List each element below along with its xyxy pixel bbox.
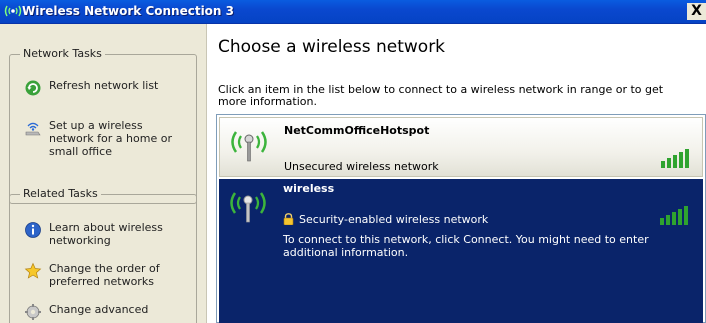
setup-wireless-icon bbox=[25, 122, 41, 136]
page-title: Choose a wireless network bbox=[218, 37, 446, 57]
wireless-antenna-icon bbox=[230, 192, 266, 223]
wireless-antenna-icon bbox=[231, 131, 267, 162]
network-name: NetCommOfficeHotspot bbox=[284, 124, 430, 137]
related-tasks-title: Related Tasks bbox=[20, 187, 101, 200]
lock-icon bbox=[283, 213, 294, 225]
title-bar: Wireless Network Connection 3 X bbox=[0, 0, 706, 24]
learn-wireless-label: Learn about wireless networking bbox=[49, 221, 163, 247]
change-order-link[interactable]: Change the order of preferred networks bbox=[24, 262, 189, 288]
network-connect-hint: To connect to this network, click Connec… bbox=[283, 233, 649, 259]
change-order-label: Change the order of preferred networks bbox=[49, 262, 160, 288]
signal-strength-icon bbox=[661, 149, 689, 168]
wireless-icon bbox=[4, 5, 22, 17]
change-advanced-label: Change advanced bbox=[49, 303, 149, 316]
learn-wireless-link[interactable]: Learn about wireless networking bbox=[24, 221, 189, 247]
setup-wireless-network-label: Set up a wireless network for a home or … bbox=[49, 119, 172, 158]
info-icon bbox=[25, 222, 41, 238]
task-pane: Network Tasks Refresh network list Set u… bbox=[0, 24, 207, 323]
related-tasks-group: Related Tasks Learn about wireless netwo… bbox=[9, 187, 197, 323]
network-list-item[interactable]: NetCommOfficeHotspot Unsecured wireless … bbox=[219, 117, 703, 177]
close-button[interactable]: X bbox=[687, 3, 706, 20]
network-tasks-group: Network Tasks Refresh network list Set u… bbox=[9, 47, 197, 204]
network-tasks-title: Network Tasks bbox=[20, 47, 105, 60]
refresh-icon bbox=[25, 80, 41, 96]
setup-wireless-network-link[interactable]: Set up a wireless network for a home or … bbox=[24, 119, 189, 158]
network-list[interactable]: NetCommOfficeHotspot Unsecured wireless … bbox=[216, 114, 706, 323]
settings-icon bbox=[25, 304, 41, 320]
network-security-status: Security-enabled wireless network bbox=[299, 213, 489, 226]
refresh-network-list-link[interactable]: Refresh network list bbox=[24, 79, 189, 97]
network-list-item-selected[interactable]: wireless Security-enabled wireless netwo… bbox=[219, 179, 703, 323]
change-advanced-link[interactable]: Change advanced bbox=[24, 303, 189, 321]
signal-strength-icon bbox=[660, 206, 688, 225]
network-security-status: Unsecured wireless network bbox=[284, 160, 439, 173]
window-title: Wireless Network Connection 3 bbox=[22, 4, 234, 18]
refresh-network-list-label: Refresh network list bbox=[49, 79, 159, 92]
instructions-text: Click an item in the list below to conne… bbox=[218, 83, 664, 108]
star-icon bbox=[24, 262, 42, 279]
main-content: Choose a wireless network Click an item … bbox=[208, 24, 706, 323]
network-name: wireless bbox=[283, 182, 335, 195]
